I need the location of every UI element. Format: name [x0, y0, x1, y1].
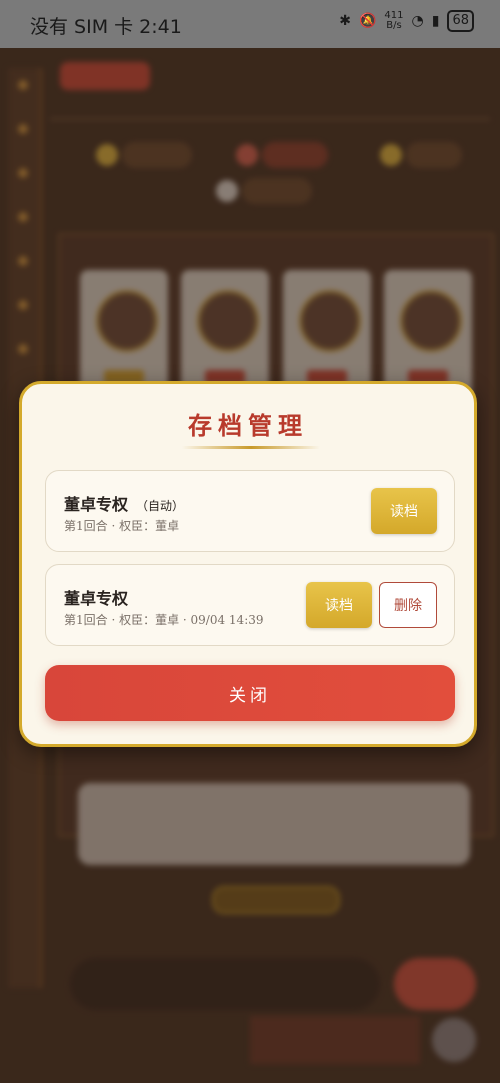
save-manager-dialog: 存档管理 董卓专权 （自动） 第1回合 · 权臣：董卓 读档 董卓专权 第1回合 … — [19, 381, 477, 747]
wifi-icon: ◔ — [411, 13, 424, 29]
save-name: 董卓专权 — [64, 589, 129, 608]
battery-saver-icon: ▮ — [431, 13, 440, 29]
battery-icon: 68 — [447, 10, 474, 32]
auto-save-tag: （自动） — [136, 499, 185, 513]
bluetooth-icon: ✱ — [339, 13, 351, 29]
title-divider — [182, 446, 320, 449]
carrier-time: 没有 SIM 卡 2:41 — [30, 16, 182, 38]
status-icons: ✱ 🔕 411 B/s ◔ ▮ 68 — [339, 10, 474, 32]
save-slot: 董卓专权 （自动） 第1回合 · 权臣：董卓 读档 — [45, 470, 455, 552]
save-slot: 董卓专权 第1回合 · 权臣：董卓 · 09/04 14:39 读档 删除 — [45, 564, 455, 646]
load-button[interactable]: 读档 — [371, 488, 437, 534]
dialog-title: 存档管理 — [188, 411, 308, 440]
load-button[interactable]: 读档 — [306, 582, 372, 628]
save-meta: 第1回合 · 权臣：董卓 — [64, 519, 180, 533]
mute-icon: 🔕 — [358, 13, 377, 29]
save-name: 董卓专权 — [64, 495, 129, 514]
net-speed: 411 B/s — [384, 10, 404, 31]
delete-button[interactable]: 删除 — [379, 582, 437, 628]
status-bar: 没有 SIM 卡 2:41 ✱ 🔕 411 B/s ◔ ▮ 68 — [0, 0, 500, 48]
save-meta: 第1回合 · 权臣：董卓 · 09/04 14:39 — [64, 613, 264, 627]
close-button[interactable]: 关闭 — [45, 665, 455, 721]
